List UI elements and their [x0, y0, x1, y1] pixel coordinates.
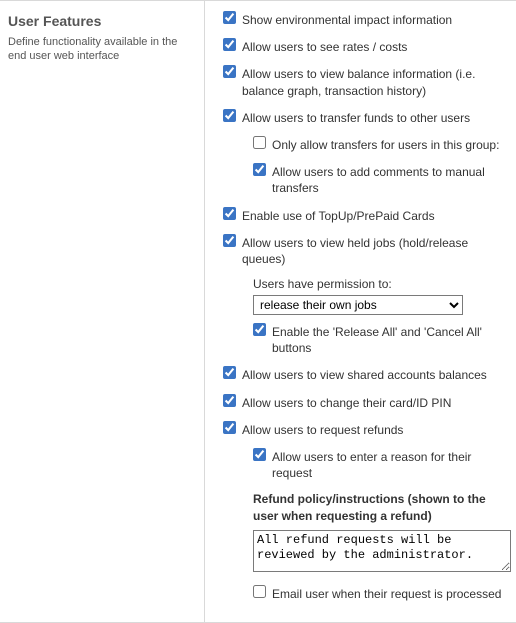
see-rates-label: Allow users to see rates / costs — [242, 38, 407, 55]
change-pin-label: Allow users to change their card/ID PIN — [242, 394, 451, 411]
refund-reason-checkbox[interactable] — [253, 448, 266, 461]
request-refunds-option[interactable]: Allow users to request refunds — [223, 421, 511, 438]
held-jobs-option[interactable]: Allow users to view held jobs (hold/rele… — [223, 234, 511, 267]
refund-reason-label: Allow users to enter a reason for their … — [272, 448, 511, 481]
refund-policy-heading: Refund policy/instructions (shown to the… — [253, 491, 511, 523]
transfer-funds-option[interactable]: Allow users to transfer funds to other u… — [223, 109, 511, 126]
transfer-funds-checkbox[interactable] — [223, 109, 236, 122]
env-impact-option[interactable]: Show environmental impact information — [223, 11, 511, 28]
transfer-comments-label: Allow users to add comments to manual tr… — [272, 163, 511, 196]
transfer-group-only-checkbox[interactable] — [253, 136, 266, 149]
change-pin-checkbox[interactable] — [223, 394, 236, 407]
settings-panel: User Features Define functionality avail… — [0, 0, 516, 623]
transfer-group-only-option[interactable]: Only allow transfers for users in this g… — [253, 136, 511, 153]
shared-accounts-label: Allow users to view shared accounts bala… — [242, 366, 487, 383]
section-title: User Features — [8, 13, 190, 29]
request-refunds-checkbox[interactable] — [223, 421, 236, 434]
transfer-group-only-label: Only allow transfers for users in this g… — [272, 136, 499, 153]
change-pin-option[interactable]: Allow users to change their card/ID PIN — [223, 394, 511, 411]
section-sidebar: User Features Define functionality avail… — [0, 1, 205, 622]
section-body: Show environmental impact information Al… — [205, 1, 516, 622]
release-cancel-all-label: Enable the 'Release All' and 'Cancel All… — [272, 323, 511, 356]
request-refunds-label: Allow users to request refunds — [242, 421, 403, 438]
transfer-funds-label: Allow users to transfer funds to other u… — [242, 109, 470, 126]
env-impact-checkbox[interactable] — [223, 11, 236, 24]
topup-option[interactable]: Enable use of TopUp/PrePaid Cards — [223, 207, 511, 224]
transfer-comments-checkbox[interactable] — [253, 163, 266, 176]
held-jobs-checkbox[interactable] — [223, 234, 236, 247]
view-balance-option[interactable]: Allow users to view balance information … — [223, 65, 511, 98]
topup-label: Enable use of TopUp/PrePaid Cards — [242, 207, 435, 224]
release-cancel-all-checkbox[interactable] — [253, 323, 266, 336]
transfer-comments-option[interactable]: Allow users to add comments to manual tr… — [253, 163, 511, 196]
permission-select[interactable]: release their own jobs — [253, 295, 463, 315]
held-jobs-label: Allow users to view held jobs (hold/rele… — [242, 234, 511, 267]
shared-accounts-checkbox[interactable] — [223, 366, 236, 379]
email-on-process-option[interactable]: Email user when their request is process… — [253, 585, 511, 602]
permission-label: Users have permission to: — [253, 277, 511, 291]
see-rates-option[interactable]: Allow users to see rates / costs — [223, 38, 511, 55]
see-rates-checkbox[interactable] — [223, 38, 236, 51]
view-balance-checkbox[interactable] — [223, 65, 236, 78]
release-cancel-all-option[interactable]: Enable the 'Release All' and 'Cancel All… — [253, 323, 511, 356]
refund-reason-option[interactable]: Allow users to enter a reason for their … — [253, 448, 511, 481]
topup-checkbox[interactable] — [223, 207, 236, 220]
shared-accounts-option[interactable]: Allow users to view shared accounts bala… — [223, 366, 511, 383]
email-on-process-label: Email user when their request is process… — [272, 585, 501, 602]
env-impact-label: Show environmental impact information — [242, 11, 452, 28]
email-on-process-checkbox[interactable] — [253, 585, 266, 598]
section-description: Define functionality available in the en… — [8, 35, 190, 64]
refund-policy-textarea[interactable] — [253, 530, 511, 572]
view-balance-label: Allow users to view balance information … — [242, 65, 511, 98]
